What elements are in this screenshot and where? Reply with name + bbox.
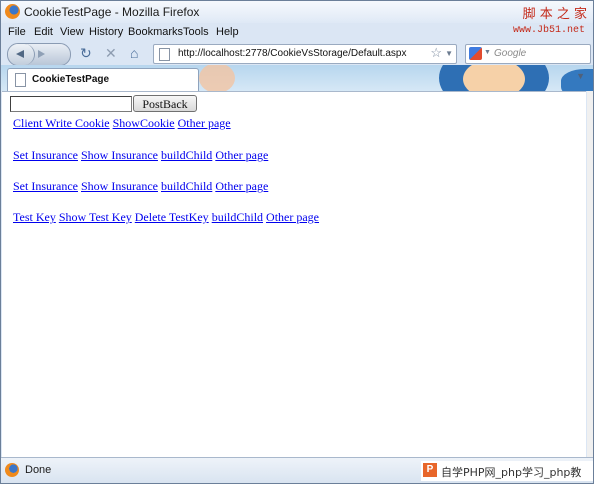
url-dropdown-icon[interactable]: ▼ [445, 49, 453, 58]
build-child-link[interactable]: buildChild [212, 210, 263, 224]
watermark-logo-icon: P [423, 463, 437, 477]
search-bar[interactable]: ▼ Google [465, 44, 591, 64]
other-page-link[interactable]: Other page [178, 116, 231, 130]
show-insurance-link[interactable]: Show Insurance [81, 148, 158, 162]
back-button[interactable] [8, 44, 35, 65]
footer-watermark-text: 自学PHP网_php学习_php教 [441, 466, 582, 479]
menu-edit[interactable]: Edit [34, 26, 53, 38]
status-text: Done [25, 464, 52, 476]
tab-cookietestpage[interactable]: CookieTestPage [7, 68, 199, 91]
menu-bar: File Edit View History Bookmarks Tools H… [1, 23, 593, 43]
tab-title[interactable]: CookieTestPage [32, 74, 109, 85]
test-key-link[interactable]: Test Key [13, 210, 56, 224]
other-page-link[interactable]: Other page [266, 210, 319, 224]
link-row-testkey: Test Key Show Test Key Delete TestKey bu… [13, 210, 319, 225]
window-title: CookieTestPage - Mozilla Firefox [24, 5, 200, 19]
menu-view[interactable]: View [60, 26, 84, 38]
bookmark-star-icon[interactable]: ☆ [430, 45, 442, 61]
menu-history[interactable]: History [89, 26, 123, 38]
other-page-link[interactable]: Other page [215, 179, 268, 193]
search-engine-dropdown-icon[interactable]: ▼ [484, 49, 491, 56]
show-cookie-link[interactable]: ShowCookie [113, 116, 175, 130]
address-bar[interactable]: http://localhost:2778/CookieVsStorage/De… [153, 44, 457, 64]
firefox-status-icon [5, 463, 19, 477]
menu-bookmarks[interactable]: Bookmarks [128, 26, 183, 38]
back-forward-group [7, 43, 71, 66]
firefox-logo-icon [5, 4, 20, 19]
footer-watermark: P 自学PHP网_php学习_php教 [421, 461, 593, 481]
build-child-link[interactable]: buildChild [161, 148, 212, 162]
set-insurance-link[interactable]: Set Insurance [13, 179, 78, 193]
title-bar: CookieTestPage - Mozilla Firefox 脚 本 之 家… [1, 1, 593, 36]
text-input[interactable] [10, 96, 132, 112]
link-row-insurance: Set Insurance Show Insurance buildChild … [13, 179, 268, 194]
set-insurance-link[interactable]: Set Insurance [13, 148, 78, 162]
menu-file[interactable]: File [8, 26, 26, 38]
menu-help[interactable]: Help [216, 26, 239, 38]
show-test-key-link[interactable]: Show Test Key [59, 210, 132, 224]
page-icon [159, 48, 170, 61]
delete-test-key-link[interactable]: Delete TestKey [135, 210, 209, 224]
link-row-cookie: Client Write Cookie ShowCookie Other pag… [13, 116, 231, 131]
search-placeholder[interactable]: Google [494, 48, 526, 59]
browser-window: CookieTestPage - Mozilla Firefox 脚 本 之 家… [0, 0, 594, 484]
tab-strip: CookieTestPage ▼ [1, 65, 593, 91]
page-content: PostBack Client Write Cookie ShowCookie … [2, 91, 586, 458]
page-icon [15, 73, 26, 87]
address-url[interactable]: http://localhost:2778/CookieVsStorage/De… [178, 48, 406, 59]
show-insurance-link[interactable]: Show Insurance [81, 179, 158, 193]
scrollbar[interactable] [587, 91, 593, 457]
build-child-link[interactable]: buildChild [161, 179, 212, 193]
link-row-insurance: Set Insurance Show Insurance buildChild … [13, 148, 268, 163]
theme-decoration [463, 65, 525, 91]
reload-icon[interactable]: ↻ [80, 45, 92, 61]
tab-list-icon[interactable]: ▼ [576, 71, 585, 81]
postback-button[interactable]: PostBack [133, 95, 197, 112]
menu-tools[interactable]: Tools [183, 26, 209, 38]
theme-decoration [199, 65, 235, 91]
client-write-cookie-link[interactable]: Client Write Cookie [13, 116, 110, 130]
forward-button[interactable] [38, 50, 45, 58]
stop-icon[interactable]: ✕ [105, 45, 117, 61]
other-page-link[interactable]: Other page [215, 148, 268, 162]
google-icon[interactable] [469, 47, 482, 60]
home-icon[interactable]: ⌂ [130, 45, 138, 61]
site-watermark: 脚 本 之 家 [522, 7, 587, 22]
navigation-toolbar: ↻ ✕ ⌂ http://localhost:2778/CookieVsStor… [1, 43, 593, 66]
status-bar: Done P 自学PHP网_php学习_php教 [1, 457, 593, 483]
